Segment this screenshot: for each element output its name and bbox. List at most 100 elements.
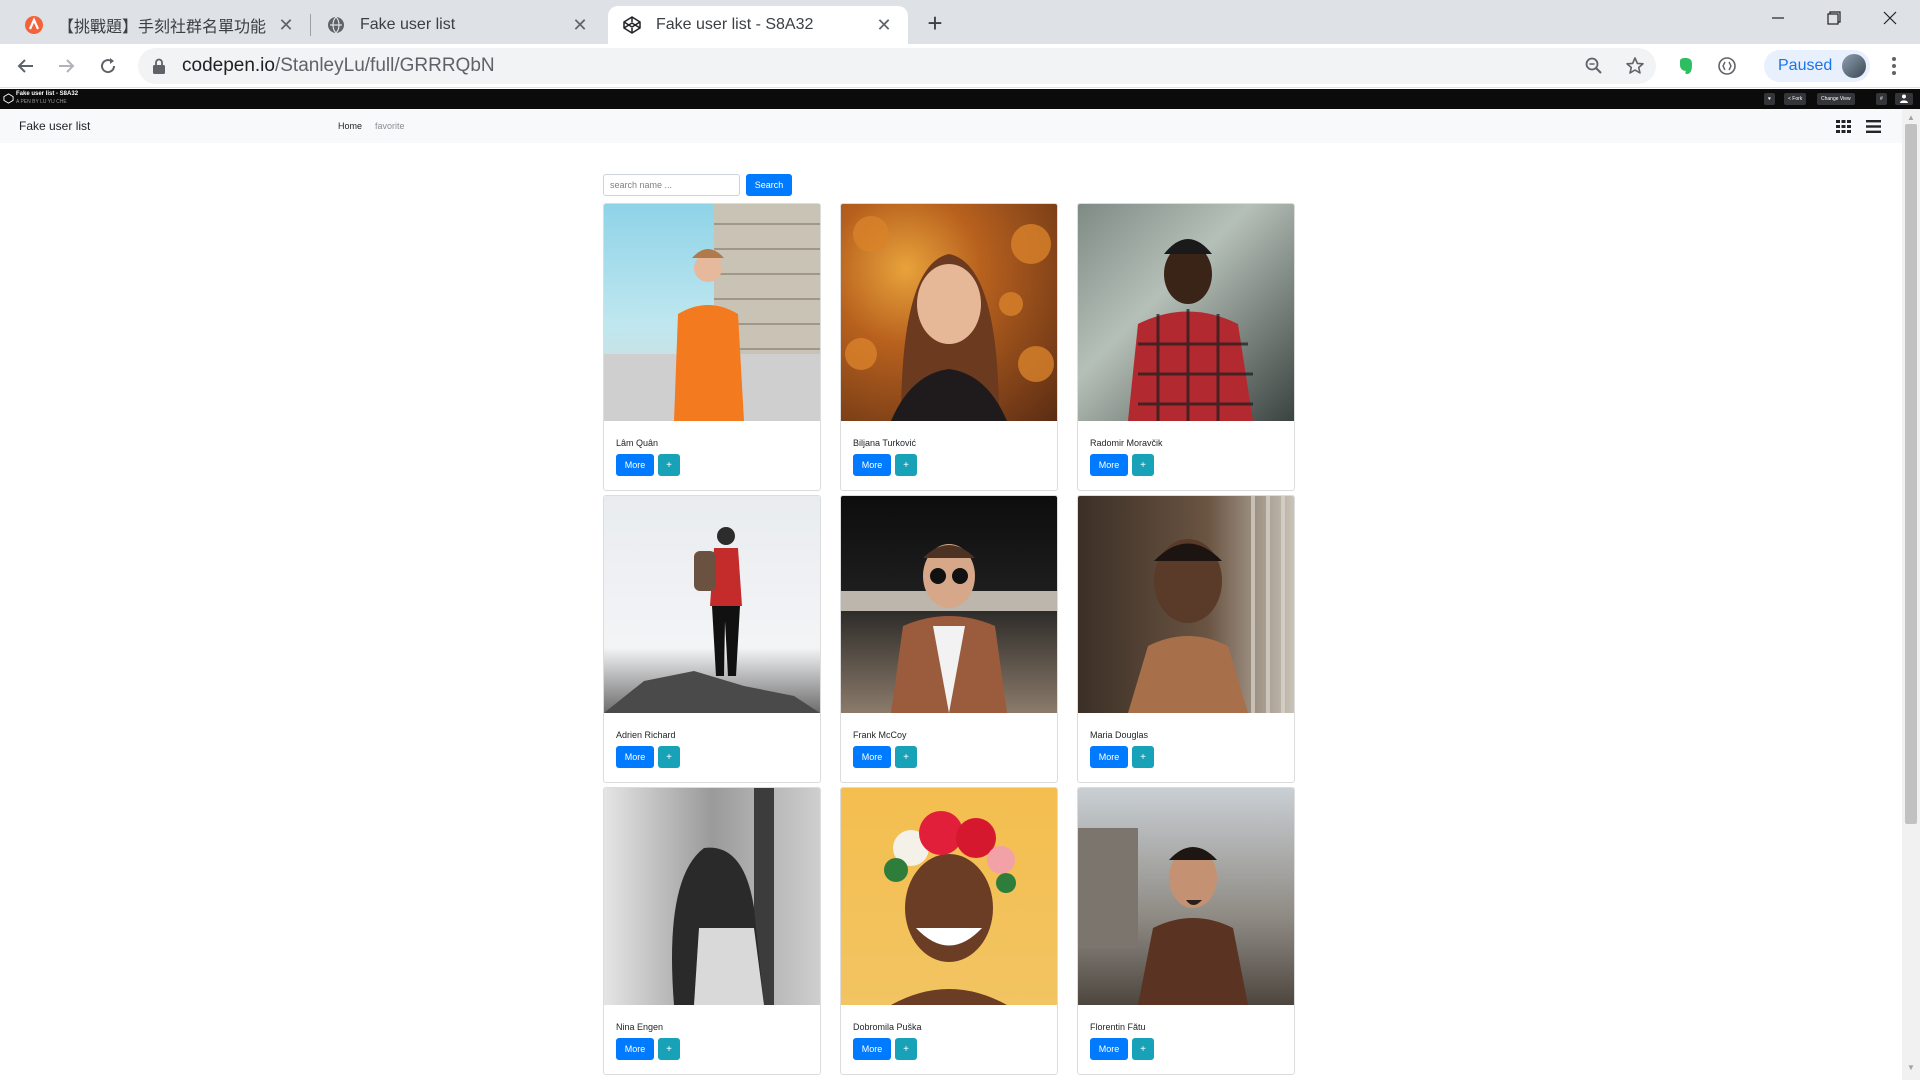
browser-toolbar: codepen.io/StanleyLu/full/GRRRQbN Paused bbox=[0, 44, 1920, 88]
user-name: Dobromila Puška bbox=[853, 1022, 922, 1032]
more-button[interactable]: More bbox=[616, 746, 654, 768]
add-favorite-button[interactable]: + bbox=[658, 1038, 680, 1060]
user-name: Radomir Moravčik bbox=[1090, 438, 1163, 448]
more-button[interactable]: More bbox=[1090, 746, 1128, 768]
user-name: Frank McCoy bbox=[853, 730, 907, 740]
add-favorite-button[interactable]: + bbox=[1132, 454, 1154, 476]
url-host: codepen.io bbox=[182, 55, 275, 76]
user-name: Florentin Fătu bbox=[1090, 1022, 1146, 1032]
user-card: Frank McCoy More + bbox=[840, 495, 1058, 783]
codepen-logo-icon bbox=[3, 93, 14, 104]
tab-codepen-active[interactable]: Fake user list - S8A32 ✕ bbox=[608, 6, 908, 44]
user-card: Biljana Turković More + bbox=[840, 203, 1058, 491]
reload-icon[interactable] bbox=[92, 50, 124, 82]
man-brown-jacket-photo[interactable] bbox=[1078, 788, 1294, 1005]
nav-home-link[interactable]: Home bbox=[338, 121, 362, 131]
zoom-icon[interactable] bbox=[1580, 52, 1608, 80]
woman-silhouette-bw-photo[interactable] bbox=[604, 788, 820, 1005]
tab-alpha-camp[interactable]: 【挑戰題】手刻社群名單功能 | Al ✕ bbox=[10, 6, 310, 44]
alpha-camp-icon bbox=[24, 15, 44, 35]
hiker-on-rock-photo[interactable] bbox=[604, 496, 820, 713]
tab-bar: 【挑戰題】手刻社群名單功能 | Al ✕ Fake user list ✕ Fa… bbox=[0, 0, 1920, 44]
list-view-icon[interactable] bbox=[1864, 118, 1882, 134]
forward-icon[interactable] bbox=[50, 50, 82, 82]
tab-fake-user-list[interactable]: Fake user list ✕ bbox=[312, 6, 604, 44]
grid-view-icon[interactable] bbox=[1834, 118, 1852, 134]
user-card: Florentin Fătu More + bbox=[1077, 787, 1295, 1075]
search-input[interactable] bbox=[603, 174, 740, 196]
pen-author: A PEN BY LU YU CHE bbox=[16, 99, 67, 105]
hash-button[interactable]: # bbox=[1876, 93, 1887, 105]
more-button[interactable]: More bbox=[853, 746, 891, 768]
user-name: Biljana Turković bbox=[853, 438, 917, 448]
fork-button[interactable]: < Fork bbox=[1784, 93, 1807, 105]
more-menu-icon[interactable] bbox=[1880, 52, 1908, 80]
man-plaid-shirt-photo[interactable] bbox=[1078, 204, 1294, 421]
url-path: /StanleyLu/full/GRRRQbN bbox=[274, 55, 495, 76]
more-button[interactable]: More bbox=[616, 1038, 654, 1060]
add-favorite-button[interactable]: + bbox=[895, 454, 917, 476]
app-navbar: Fake user list Home favorite bbox=[0, 109, 1902, 143]
woman-flower-crown-photo[interactable] bbox=[841, 788, 1057, 1005]
tab-title: Fake user list - S8A32 bbox=[656, 16, 814, 33]
scroll-down-icon[interactable]: ▼ bbox=[1905, 1062, 1917, 1074]
heart-button[interactable]: ♥ bbox=[1764, 93, 1775, 105]
scroll-up-icon[interactable]: ▲ bbox=[1905, 112, 1917, 124]
scrollbar-thumb[interactable] bbox=[1905, 124, 1917, 824]
more-button[interactable]: More bbox=[1090, 454, 1128, 476]
avatar bbox=[1842, 54, 1866, 78]
change-view-button[interactable]: Change View bbox=[1817, 93, 1855, 105]
add-favorite-button[interactable]: + bbox=[895, 1038, 917, 1060]
tab-title: Fake user list bbox=[360, 16, 456, 33]
more-button[interactable]: More bbox=[853, 454, 891, 476]
more-button[interactable]: More bbox=[1090, 1038, 1128, 1060]
tab-title: 【挑戰題】手刻社群名單功能 | Al bbox=[58, 19, 268, 36]
lock-icon bbox=[152, 58, 168, 74]
user-icon[interactable] bbox=[1895, 93, 1913, 105]
user-card: Nina Engen More + bbox=[603, 787, 821, 1075]
add-favorite-button[interactable]: + bbox=[658, 454, 680, 476]
user-card: Maria Douglas More + bbox=[1077, 495, 1295, 783]
evernote-icon[interactable] bbox=[1672, 52, 1700, 80]
close-icon[interactable]: ✕ bbox=[276, 15, 296, 35]
more-button[interactable]: More bbox=[616, 454, 654, 476]
nav-favorite-link[interactable]: favorite bbox=[375, 121, 405, 131]
new-tab-icon[interactable]: + bbox=[920, 8, 950, 38]
address-bar[interactable]: codepen.io/StanleyLu/full/GRRRQbN bbox=[138, 48, 1656, 84]
add-favorite-button[interactable]: + bbox=[658, 746, 680, 768]
search-button[interactable]: Search bbox=[746, 174, 792, 196]
globe-icon bbox=[326, 15, 346, 35]
bookmark-star-icon[interactable] bbox=[1621, 52, 1649, 80]
pen-title: Fake user list - S8A32 bbox=[16, 91, 79, 97]
man-sunglasses-photo[interactable] bbox=[841, 496, 1057, 713]
add-favorite-button[interactable]: + bbox=[1132, 746, 1154, 768]
add-favorite-button[interactable]: + bbox=[1132, 1038, 1154, 1060]
woman-portrait-photo[interactable] bbox=[1078, 496, 1294, 713]
codepen-header: Fake user list - S8A32 A PEN BY LU YU CH… bbox=[0, 89, 1920, 109]
extension-icon[interactable] bbox=[1713, 52, 1741, 80]
add-favorite-button[interactable]: + bbox=[895, 746, 917, 768]
woman-autumn-leaves-photo[interactable] bbox=[841, 204, 1057, 421]
search-form: Search bbox=[603, 174, 792, 196]
user-name: Nina Engen bbox=[616, 1022, 664, 1032]
restore-icon[interactable] bbox=[1806, 0, 1862, 36]
user-card: Dobromila Puška More + bbox=[840, 787, 1058, 1075]
profile-label: Paused bbox=[1778, 57, 1833, 74]
brand-title[interactable]: Fake user list bbox=[19, 119, 90, 133]
back-icon[interactable] bbox=[10, 50, 42, 82]
user-card: Lâm Quân More + bbox=[603, 203, 821, 491]
user-card: Radomir Moravčik More + bbox=[1077, 203, 1295, 491]
page-viewport: Fake user list Home favorite Search Lâm … bbox=[0, 109, 1902, 1080]
profile-paused-button[interactable]: Paused bbox=[1764, 50, 1870, 82]
url-text: codepen.io/StanleyLu/full/GRRRQbN bbox=[182, 55, 495, 77]
user-name: Maria Douglas bbox=[1090, 730, 1149, 740]
minimize-icon[interactable] bbox=[1750, 0, 1806, 36]
codepen-icon bbox=[622, 15, 642, 35]
user-card: Adrien Richard More + bbox=[603, 495, 821, 783]
user-name: Lâm Quân bbox=[616, 438, 659, 448]
close-icon[interactable]: ✕ bbox=[874, 15, 894, 35]
window-close-icon[interactable] bbox=[1862, 0, 1918, 36]
woman-orange-shirt-photo[interactable] bbox=[604, 204, 820, 421]
more-button[interactable]: More bbox=[853, 1038, 891, 1060]
close-icon[interactable]: ✕ bbox=[570, 15, 590, 35]
